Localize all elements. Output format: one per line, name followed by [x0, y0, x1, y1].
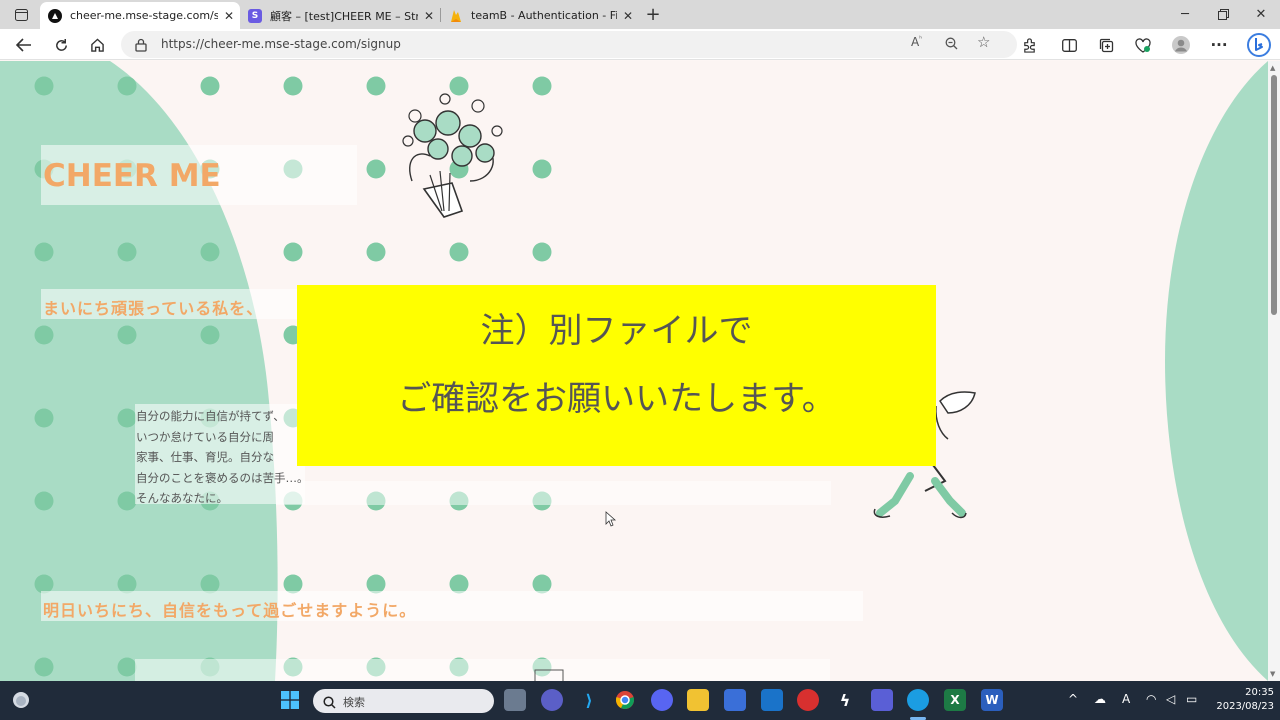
paragraph-line: そんなあなたに。	[136, 491, 228, 505]
restore-icon[interactable]	[1204, 0, 1242, 29]
discord-icon[interactable]	[651, 689, 673, 711]
tab-title: cheer-me.mse-stage.com/signup	[70, 9, 218, 22]
chrome-icon[interactable]	[614, 689, 636, 711]
minimize-icon[interactable]: ─	[1166, 0, 1204, 29]
clock-date: 2023/08/23	[1216, 701, 1274, 712]
wifi-icon[interactable]: ◠	[1146, 692, 1156, 706]
split-screen-icon[interactable]	[1056, 32, 1082, 58]
scrollbar-thumb[interactable]	[1271, 75, 1277, 315]
paragraph-line: 自分の能力に自信が持てず、	[136, 409, 285, 423]
profile-avatar[interactable]	[1168, 32, 1194, 58]
tab-firebase[interactable]: teamB - Authentication - Fireba: ✕	[441, 2, 639, 29]
tab-signup[interactable]: cheer-me.mse-stage.com/signup ✕	[40, 2, 240, 29]
clock-time: 20:35	[1245, 687, 1274, 698]
close-window-icon[interactable]: ✕	[1242, 0, 1280, 29]
tab-stripe[interactable]: S 顧客 – [test]CHEER ME – Stripe [テ ✕	[240, 2, 440, 29]
firebase-favicon-icon	[449, 9, 463, 23]
scroll-down-icon[interactable]: ▼	[1270, 670, 1275, 678]
lock-icon[interactable]	[135, 37, 147, 52]
collections-icon[interactable]	[1093, 32, 1119, 58]
close-tab-icon[interactable]: ✕	[418, 9, 440, 23]
app-icon-red[interactable]	[797, 689, 819, 711]
microsoft-store-icon[interactable]	[724, 689, 746, 711]
edge-icon[interactable]	[907, 689, 929, 711]
browser-tab-bar: cheer-me.mse-stage.com/signup ✕ S 顧客 – […	[0, 0, 1280, 29]
windows-taskbar: 検索 ⟩ ϟ X W ^ ☁ A ◠ ◁ ▭ 20:35 2023/08/23	[0, 681, 1280, 720]
windows-start-icon[interactable]	[279, 689, 301, 711]
battery-icon[interactable]: ▭	[1186, 692, 1197, 706]
app-icon-bolt[interactable]: ϟ	[834, 689, 856, 711]
tagline-2: 明日いちにち、自信をもって過ごせますように。	[43, 601, 417, 620]
zoom-icon[interactable]	[945, 35, 958, 53]
site-favicon-icon	[48, 8, 62, 23]
tray-overflow-icon[interactable]: ^	[1068, 692, 1078, 706]
scroll-up-icon[interactable]: ▲	[1270, 64, 1275, 72]
search-placeholder: 検索	[343, 696, 365, 709]
vertical-scrollbar[interactable]: ▲ ▼	[1268, 61, 1280, 681]
paragraph-line: いつか怠けている自分に周	[136, 429, 274, 444]
vscode-icon[interactable]: ⟩	[578, 689, 600, 711]
onedrive-icon[interactable]: ☁	[1094, 692, 1106, 706]
app-icon-purple[interactable]	[871, 689, 893, 711]
chat-icon[interactable]	[541, 689, 563, 711]
taskbar-search-box[interactable]: 検索	[313, 689, 494, 713]
mouse-cursor-icon	[605, 511, 617, 527]
home-icon[interactable]	[84, 32, 110, 58]
browser-essentials-icon[interactable]	[1130, 32, 1156, 58]
volume-icon[interactable]: ◁	[1166, 692, 1175, 706]
tab-title: 顧客 – [test]CHEER ME – Stripe [テ	[270, 9, 418, 23]
weather-icon[interactable]	[10, 689, 32, 711]
task-view-icon[interactable]	[504, 689, 526, 711]
url-text[interactable]: https://cheer-me.mse-stage.com/signup	[161, 37, 401, 51]
ime-mode-icon[interactable]: A	[1122, 692, 1130, 706]
favorite-star-icon[interactable]: ☆	[977, 33, 990, 51]
paragraph-line: 家事、仕事、育児。自分な	[136, 450, 274, 464]
mail-icon[interactable]	[761, 689, 783, 711]
paragraph-line: 自分のことを褒めるのは苦手…。	[136, 470, 309, 485]
tab-title: teamB - Authentication - Fireba:	[471, 9, 617, 22]
browser-toolbar: https://cheer-me.mse-stage.com/signup Aʰ…	[0, 29, 1280, 60]
close-tab-icon[interactable]: ✕	[218, 9, 240, 23]
address-bar[interactable]: https://cheer-me.mse-stage.com/signup Aʰ…	[121, 31, 1017, 58]
notice-line-1: 注）別ファイルで	[480, 311, 753, 351]
notice-line-2: ご確認をお願いいたします。	[397, 379, 836, 419]
close-tab-icon[interactable]: ✕	[617, 9, 639, 23]
read-aloud-icon[interactable]: Aʰ	[911, 35, 922, 49]
page-title: CHEER ME	[43, 158, 221, 194]
intro-paragraph: 自分の能力に自信が持てず、 いつか怠けている自分に周 家事、仕事、育児。自分な …	[136, 406, 309, 509]
word-icon[interactable]: W	[981, 689, 1003, 711]
notice-overlay: 注）別ファイルで ご確認をお願いいたします。	[297, 285, 936, 466]
new-tab-button[interactable]: +	[640, 0, 666, 29]
tagline-1: まいにち頑張っている私を、	[43, 299, 264, 318]
page-viewport: CHEER ME まいにち頑張っている私を、 自分の能力に自信が持てず、 いつか…	[0, 61, 1268, 681]
more-menu-icon[interactable]: ···	[1206, 32, 1232, 58]
bing-copilot-icon[interactable]	[1245, 31, 1273, 59]
stripe-favicon-icon: S	[248, 8, 262, 23]
tab-actions-icon[interactable]	[4, 0, 38, 29]
back-icon[interactable]	[11, 32, 37, 58]
system-clock[interactable]: 20:35 2023/08/23	[1204, 686, 1274, 714]
extensions-icon[interactable]	[1016, 32, 1042, 58]
excel-icon[interactable]: X	[944, 689, 966, 711]
refresh-icon[interactable]	[48, 32, 74, 58]
file-explorer-icon[interactable]	[687, 689, 709, 711]
search-icon	[323, 694, 336, 713]
